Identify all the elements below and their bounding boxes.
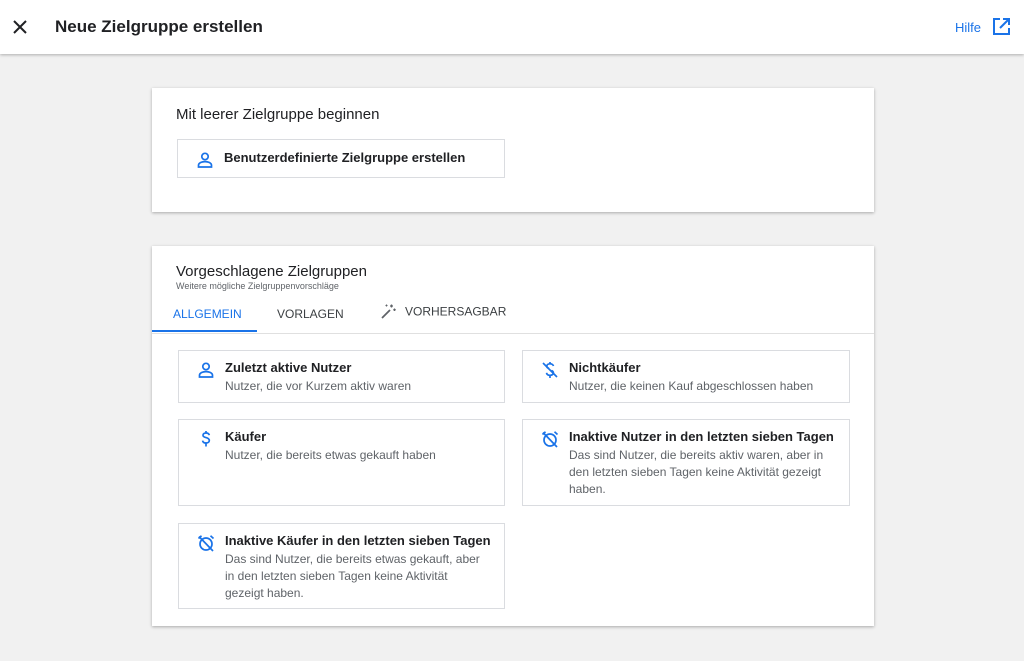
tabs-divider — [152, 333, 874, 334]
suggested-audiences-subtitle: Weitere mögliche Zielgruppenvorschläge — [176, 281, 339, 291]
option-description: Nutzer, die vor Kurzem aktiv waren — [225, 379, 412, 393]
open-in-new-icon[interactable] — [992, 17, 1011, 36]
option-non-purchasers[interactable]: Nichtkäufer Nutzer, die keinen Kauf abge… — [522, 350, 850, 403]
option-description: Das sind Nutzer, die bereits aktiv waren… — [569, 448, 824, 496]
dollar-icon — [197, 430, 215, 448]
close-icon[interactable] — [10, 17, 30, 37]
option-recently-active-users[interactable]: Zuletzt aktive Nutzer Nutzer, die vor Ku… — [178, 350, 505, 403]
custom-audience-button[interactable]: Benutzerdefinierte Zielgruppe erstellen — [177, 139, 505, 178]
blank-audience-title: Mit leerer Zielgruppe beginnen — [176, 106, 380, 123]
option-inactive-purchasers-7-days[interactable]: Inaktive Käufer in den letzten sieben Ta… — [178, 523, 505, 609]
alarm-off-icon — [541, 430, 559, 448]
option-title: Inaktive Nutzer in den letzten sieben Ta… — [569, 429, 834, 444]
page-title: Neue Zielgruppe erstellen — [55, 17, 263, 36]
option-title: Zuletzt aktive Nutzer — [225, 360, 352, 375]
option-description: Das sind Nutzer, die bereits etwas gekau… — [225, 552, 480, 600]
money-off-icon — [541, 361, 559, 379]
blank-audience-card: Mit leerer Zielgruppe beginnen Benutzerd… — [152, 88, 874, 212]
active-tab-indicator — [152, 330, 257, 332]
custom-audience-label: Benutzerdefinierte Zielgruppe erstellen — [224, 150, 466, 165]
option-title: Nichtkäufer — [569, 360, 641, 375]
option-description: Nutzer, die bereits etwas gekauft haben — [225, 448, 436, 462]
tab-vorhersagbar[interactable]: VORHERSAGBAR — [380, 303, 506, 320]
top-bar: Neue Zielgruppe erstellen Hilfe — [0, 0, 1024, 54]
person-icon — [197, 361, 215, 379]
tab-allgemein[interactable]: ALLGEMEIN — [173, 307, 242, 321]
option-title: Käufer — [225, 429, 267, 444]
option-title: Inaktive Käufer in den letzten sieben Ta… — [225, 533, 491, 548]
alarm-off-icon — [197, 534, 215, 552]
tab-vorlagen[interactable]: VORLAGEN — [277, 307, 344, 321]
magic-wand-icon — [380, 303, 397, 320]
option-description: Nutzer, die keinen Kauf abgeschlossen ha… — [569, 379, 814, 393]
person-icon — [196, 151, 214, 169]
option-inactive-users-7-days[interactable]: Inaktive Nutzer in den letzten sieben Ta… — [522, 419, 850, 506]
tab-vorhersagbar-label: VORHERSAGBAR — [405, 304, 507, 319]
suggested-audiences-title: Vorgeschlagene Zielgruppen — [176, 263, 367, 280]
suggested-audiences-card: Vorgeschlagene Zielgruppen Weitere mögli… — [152, 246, 874, 626]
help-link[interactable]: Hilfe — [955, 20, 981, 35]
option-purchasers[interactable]: Käufer Nutzer, die bereits etwas gekauft… — [178, 419, 505, 506]
